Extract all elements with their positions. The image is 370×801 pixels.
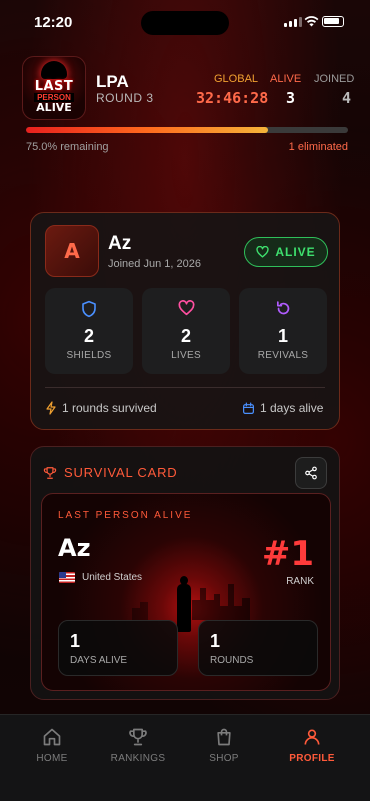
days-alive-value: 1: [70, 631, 81, 651]
nav-home-label: HOME: [36, 753, 68, 764]
status-time: 12:20: [34, 14, 73, 31]
alive-count: 3: [286, 89, 296, 107]
share-icon: [305, 466, 317, 480]
user-icon: [304, 729, 320, 745]
lives-label: LIVES: [171, 350, 201, 361]
wifi-icon: [304, 16, 319, 27]
alive-status-label: ALIVE: [275, 245, 316, 259]
eliminated-text: 1 eliminated: [288, 141, 348, 153]
avatar[interactable]: A: [45, 225, 99, 277]
card-country: United States: [82, 572, 143, 583]
lives-tile[interactable]: 2 LIVES: [142, 288, 230, 374]
joined-date: Joined Jun 1, 2026: [108, 258, 201, 270]
card-header-text: LAST PERSON ALIVE: [58, 510, 193, 521]
home-icon: [43, 728, 61, 746]
shields-value: 2: [83, 326, 94, 346]
days-alive-text: 1 days alive: [260, 401, 324, 415]
profile-name: Az: [108, 233, 132, 254]
joined-count: 4: [342, 89, 352, 107]
revive-icon: [276, 301, 289, 315]
logo-figure: [41, 61, 67, 79]
shields-label: SHIELDS: [66, 350, 112, 361]
signal-icon: [284, 17, 302, 27]
survival-card-title-text: SURVIVAL CARD: [64, 465, 178, 480]
rounds-box: 1 ROUNDS: [198, 620, 318, 676]
survival-card-title: SURVIVAL CARD: [43, 465, 177, 480]
dynamic-island: [141, 11, 229, 35]
rounds-survived: 1 rounds survived: [45, 401, 157, 415]
shopping-bag-icon: [217, 728, 231, 746]
days-alive-box: 1 DAYS ALIVE: [58, 620, 178, 676]
shields-tile[interactable]: 2 SHIELDS: [45, 288, 133, 374]
heart-icon: [178, 300, 194, 316]
alive-label: ALIVE: [270, 73, 302, 85]
card-rank: #1: [261, 534, 314, 574]
game-title: LPA: [96, 72, 129, 91]
global-label: GLOBAL: [214, 73, 259, 85]
survival-card: SURVIVAL CARD LAST PERSON ALIVE Az Unite…: [30, 446, 340, 700]
nav-shop-label: SHOP: [209, 753, 239, 764]
revivals-tile[interactable]: 1 REVIVALS: [239, 288, 327, 374]
nav-home[interactable]: HOME: [14, 727, 90, 764]
rounds-value: 1: [210, 631, 221, 651]
nav-rankings-label: RANKINGS: [110, 753, 166, 764]
share-button[interactable]: [295, 457, 327, 489]
logo-text-alive: ALIVE: [36, 101, 72, 114]
calendar-icon: [243, 401, 254, 414]
logo-text-last: LAST: [34, 79, 74, 94]
us-flag-icon: [59, 572, 75, 583]
nav-rankings[interactable]: RANKINGS: [100, 727, 176, 764]
remaining-text: 75.0% remaining: [26, 141, 109, 153]
alive-status-badge[interactable]: ALIVE: [244, 237, 328, 267]
card-rank-label: RANK: [286, 576, 314, 587]
revivals-label: REVIVALS: [257, 350, 309, 361]
profile-card: A Az Joined Jun 1, 2026 ALIVE 2 SHIELDS …: [30, 212, 340, 430]
app-logo: LAST PERSON ALIVE: [22, 56, 86, 120]
survivor-silhouette: [177, 576, 191, 632]
card-player-name: Az: [58, 534, 91, 562]
days-alive-label: DAYS ALIVE: [70, 655, 128, 666]
heart-icon: [256, 246, 269, 258]
survival-card-art: LAST PERSON ALIVE Az United States #1 RA…: [41, 493, 331, 691]
global-timer: 32:46:28: [196, 89, 269, 107]
rounds-label: ROUNDS: [210, 655, 254, 666]
lightning-icon: [46, 401, 56, 415]
days-alive: 1 days alive: [242, 401, 323, 415]
joined-label: JOINED: [314, 73, 355, 85]
nav-profile-label: PROFILE: [289, 753, 335, 764]
round-label: ROUND 3: [96, 91, 154, 105]
nav-profile[interactable]: PROFILE: [274, 727, 350, 764]
rounds-survived-text: 1 rounds survived: [62, 401, 157, 415]
battery-icon: [322, 16, 344, 27]
bottom-nav: HOME RANKINGS SHOP PROFILE: [0, 714, 370, 801]
trophy-icon: [43, 466, 57, 479]
survival-progress-bar: [26, 127, 348, 133]
trophy-icon: [129, 728, 147, 746]
card-divider: [45, 387, 325, 388]
nav-shop[interactable]: SHOP: [186, 727, 262, 764]
revivals-value: 1: [277, 326, 288, 346]
shield-icon: [82, 300, 96, 318]
status-bar: 12:20: [0, 0, 370, 44]
lives-value: 2: [180, 326, 191, 346]
progress-fill: [26, 127, 268, 133]
